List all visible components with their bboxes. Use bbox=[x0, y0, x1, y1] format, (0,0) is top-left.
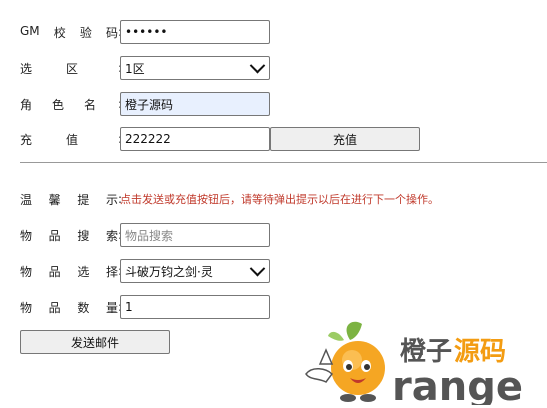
item-qty-row: 物品数量 : 1 bbox=[20, 295, 270, 319]
divider bbox=[20, 162, 547, 163]
item-select-value: 斗破万钧之剑·灵 bbox=[125, 264, 213, 279]
role-row: 角色名 : 橙子源码 bbox=[20, 92, 270, 116]
item-select-label: 物品选择 bbox=[20, 264, 118, 279]
brand-en: range bbox=[392, 364, 523, 405]
gm-code-label: GM 校验码 bbox=[20, 23, 118, 40]
orange-mascot-icon: 橙子 源码 range bbox=[305, 321, 523, 408]
role-name-input[interactable]: 橙子源码 bbox=[120, 92, 270, 116]
brand-cn-1: 橙子 bbox=[400, 337, 452, 367]
item-search-input[interactable]: 物品搜索 bbox=[120, 223, 270, 247]
zone-select-value: 1区 bbox=[125, 61, 145, 76]
item-qty-label: 物品数量 bbox=[20, 300, 118, 315]
tip-label: 温馨提示 bbox=[20, 192, 118, 207]
recharge-amount-input[interactable]: 222222 bbox=[120, 127, 270, 151]
gm-code-input[interactable]: •••••• bbox=[120, 20, 270, 44]
recharge-label: 充值 bbox=[20, 132, 79, 147]
chevron-down-icon bbox=[249, 57, 266, 73]
item-select-row: 物品选择 : 斗破万钧之剑·灵 bbox=[20, 259, 270, 283]
item-search-row: 物品搜索 : 物品搜索 bbox=[20, 223, 270, 247]
chevron-down-icon bbox=[249, 260, 266, 276]
zone-row: 选区 : 1区 bbox=[20, 56, 270, 80]
zone-select[interactable]: 1区 bbox=[120, 56, 270, 80]
orange-logo-watermark: 橙子 源码 range bbox=[296, 316, 547, 408]
item-select[interactable]: 斗破万钧之剑·灵 bbox=[120, 259, 270, 283]
gm-code-row: GM校验码 : •••••• bbox=[20, 20, 270, 44]
zone-label: 选区 bbox=[20, 61, 79, 76]
item-search-label: 物品搜索 bbox=[20, 228, 118, 243]
recharge-row: 充值 : 222222 充值 bbox=[20, 127, 420, 151]
item-qty-input[interactable]: 1 bbox=[120, 295, 270, 319]
tip-text: 点击发送或充值按钮后，请等待弹出提示以后在进行下一个操作。 bbox=[120, 193, 439, 206]
send-mail-button[interactable]: 发送邮件 bbox=[20, 330, 170, 354]
role-label: 角色名 bbox=[20, 97, 96, 112]
tip-row: 温馨提示 : 点击发送或充值按钮后，请等待弹出提示以后在进行下一个操作。 bbox=[20, 192, 439, 207]
brand-cn-2: 源码 bbox=[454, 337, 506, 367]
recharge-button[interactable]: 充值 bbox=[270, 127, 420, 151]
